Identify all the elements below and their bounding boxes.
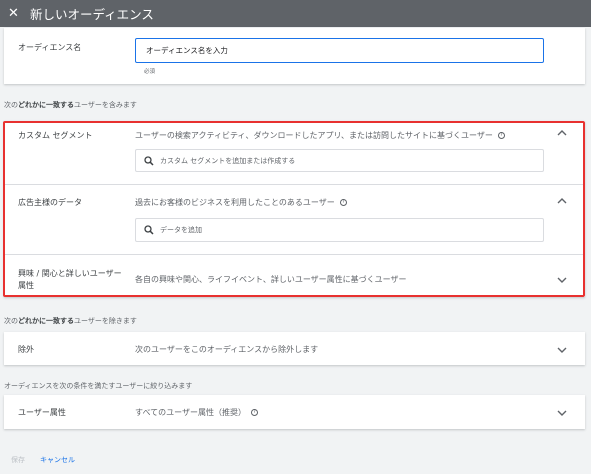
chevron-down-icon[interactable] [557, 410, 567, 416]
custom-segment-search[interactable]: カスタム セグメントを追加または作成する [135, 149, 544, 172]
audience-name-label: オーディエンス名 [18, 43, 82, 52]
demographics-description: すべてのユーザー属性（推奨）? [135, 407, 258, 418]
search-icon [144, 225, 154, 235]
exclude-section-label: 次のどれかに一致するユーザーを除きます [4, 317, 137, 325]
help-icon[interactable]: ? [250, 409, 258, 416]
required-hint: 必須 [144, 69, 156, 75]
audience-name-input[interactable]: オーディエンス名を入力 [135, 38, 544, 63]
chevron-up-icon[interactable] [557, 130, 567, 136]
advertiser-data-description: 過去にお客様のビジネスを利用したことのあるユーザー? [135, 197, 347, 208]
advertiser-data-label: 広告主様のデータ [18, 198, 82, 207]
help-icon[interactable]: ? [339, 199, 347, 206]
chevron-down-icon[interactable] [557, 347, 567, 353]
search-icon [144, 155, 154, 166]
chevron-down-icon[interactable] [557, 277, 567, 283]
narrow-section-label: オーディエンスを次の条件を満たすユーザーに絞り込みます [4, 382, 193, 390]
close-icon[interactable]: ✕ [8, 7, 24, 20]
exclusion-description: 次のユーザーをこのオーディエンスから除外します [135, 345, 319, 354]
cancel-button[interactable]: キャンセル [40, 455, 75, 465]
demographics-label: ユーザー属性 [18, 408, 66, 417]
custom-segment-label: カスタム セグメント [18, 131, 93, 140]
chevron-up-icon[interactable] [557, 198, 567, 204]
save-button[interactable]: 保存 [11, 455, 25, 465]
advertiser-data-search[interactable]: データを追加 [135, 218, 544, 242]
dialog-title: 新しいオーディエンス [30, 7, 154, 22]
interests-label: 興味 / 関心と詳しいユーザー 属性 [18, 269, 122, 290]
exclusion-label: 除外 [18, 345, 34, 354]
row-divider [4, 254, 585, 255]
row-divider [4, 184, 585, 185]
demographics-card[interactable] [4, 395, 585, 429]
dialog-header: ✕ 新しいオーディエンス [0, 0, 591, 27]
custom-segment-description: ユーザーの検索アクティビティ、ダウンロードしたアプリ、または訪問したサイトに基づ… [135, 130, 505, 141]
interests-description: 各自の興味や関心、ライフイベント、詳しいユーザー属性に基づくユーザー [135, 275, 407, 284]
advertiser-data-search-placeholder: データを追加 [160, 226, 202, 234]
help-icon[interactable]: ? [497, 132, 505, 139]
custom-segment-search-placeholder: カスタム セグメントを追加または作成する [160, 156, 296, 165]
include-section-label: 次のどれかに一致するユーザーを含みます [4, 101, 137, 109]
